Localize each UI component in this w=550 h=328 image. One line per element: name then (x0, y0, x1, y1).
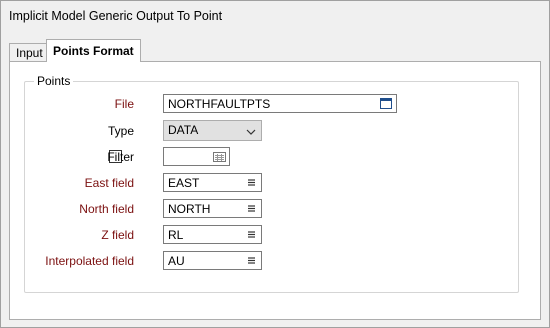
list-icon[interactable] (244, 176, 258, 189)
filter-label: Filter (107, 150, 134, 164)
filter-calendar-icon[interactable] (212, 150, 226, 163)
window-title: Implicit Model Generic Output To Point (9, 9, 223, 23)
north-field-input[interactable]: NORTH (163, 199, 262, 218)
file-input[interactable]: NORTHFAULTPTS (163, 94, 397, 113)
north-field-label: North field (79, 202, 134, 216)
file-label: File (114, 97, 134, 111)
dialog-window: Implicit Model Generic Output To Point I… (0, 0, 550, 328)
list-icon[interactable] (244, 254, 258, 267)
tab-input[interactable]: Input (9, 43, 47, 63)
interpolated-field-input[interactable]: AU (163, 251, 262, 270)
tab-points-format[interactable]: Points Format (46, 39, 141, 62)
points-groupbox: Points File NORTHFAULTPTS Type DATA Filt… (24, 74, 519, 293)
z-field-label: Z field (101, 228, 134, 242)
group-title: Points (34, 74, 74, 88)
file-browse-icon[interactable] (379, 97, 393, 110)
z-field-input[interactable]: RL (163, 225, 262, 244)
tab-panel: Points File NORTHFAULTPTS Type DATA Filt… (9, 61, 541, 320)
interpolated-field-label: Interpolated field (45, 254, 134, 268)
east-field-label: East field (84, 176, 134, 190)
type-select[interactable]: DATA (163, 120, 262, 141)
filter-input[interactable] (163, 147, 230, 166)
list-icon[interactable] (244, 228, 258, 241)
chevron-down-icon (246, 125, 256, 139)
list-icon[interactable] (244, 202, 258, 215)
type-label: Type (107, 124, 134, 138)
east-field-input[interactable]: EAST (163, 173, 262, 192)
